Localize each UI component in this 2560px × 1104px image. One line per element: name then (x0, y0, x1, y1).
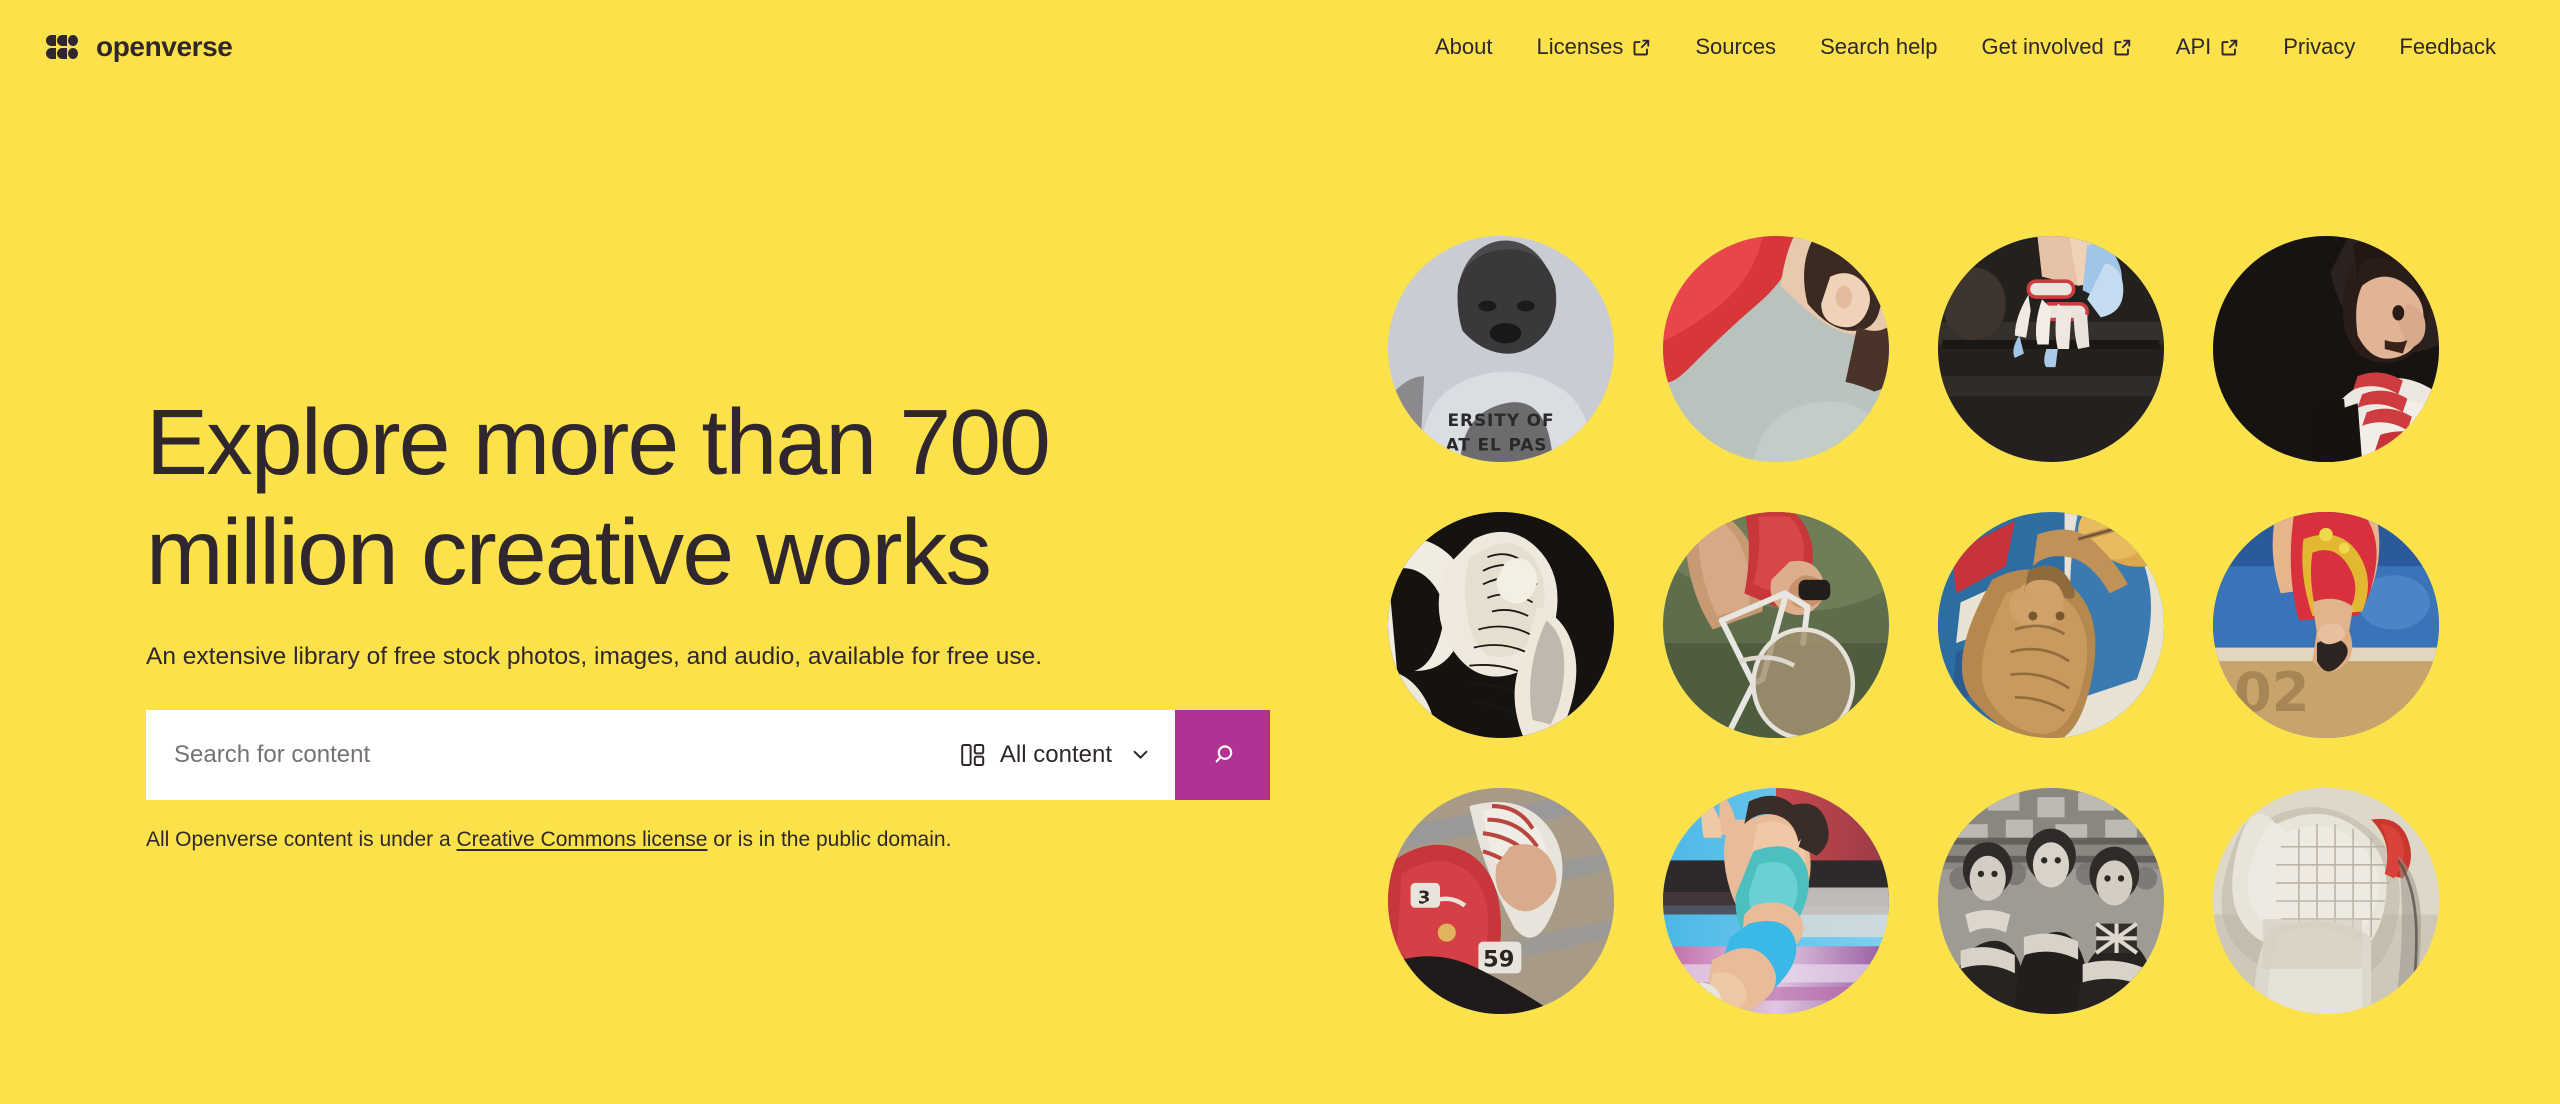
weightlifter-profile-photo (2213, 236, 2439, 462)
hero-image-8: 02 (2213, 512, 2439, 738)
nav-item-label: About (1435, 34, 1493, 59)
nav-item-sources[interactable]: Sources (1673, 28, 1798, 66)
license-note-after: or is in the public domain. (707, 827, 952, 851)
search-input[interactable] (146, 709, 950, 800)
nav-item-label: Feedback (2399, 34, 2496, 59)
content-type-label: All content (999, 740, 1112, 768)
hero-image-6 (1663, 512, 1889, 738)
track-cyclist-bike-photo (1663, 512, 1889, 738)
nav-item-search-help[interactable]: Search help (1798, 28, 1959, 66)
javelin-thrower-illustration (1938, 512, 2164, 738)
hero-subtitle: An extensive library of free stock photo… (146, 643, 1043, 671)
cyclist-number-59-photo: 3 59 (1388, 788, 1614, 1014)
hero-image-9: 3 59 (1388, 788, 1614, 1014)
license-note: All Openverse content is under a Creativ… (146, 825, 1270, 854)
gymnast-balance-beam-photo: 02 (2213, 512, 2439, 738)
hero-image-10 (1663, 788, 1889, 1014)
external-link-icon (1632, 38, 1651, 57)
svg-text:ERSITY OF: ERSITY OF (1448, 410, 1555, 430)
nav-item-label: Search help (1820, 34, 1938, 59)
hero-image-1: ERSITY OF AT EL PAS (1388, 236, 1614, 462)
sprinter-motion-blur-photo (1663, 788, 1889, 1014)
hero-image-12 (2213, 788, 2439, 1014)
nav-item-get-involved[interactable]: Get involved (1959, 28, 2153, 66)
nav-item-about[interactable]: About (1413, 28, 1515, 66)
content-switcher-grid-icon (960, 742, 986, 768)
license-note-before: All Openverse content is under a (146, 827, 457, 851)
nav-item-feedback[interactable]: Feedback (2377, 28, 2518, 66)
external-link-icon (2113, 38, 2132, 57)
search-submit-button[interactable] (1175, 709, 1270, 800)
gymnast-hands-bar-photo (1938, 236, 2164, 462)
nav-item-privacy[interactable]: Privacy (2261, 28, 2377, 66)
nav-item-api[interactable]: API (2154, 28, 2261, 66)
nav-item-licenses[interactable]: Licenses (1515, 28, 1674, 66)
vintage-women-athletes-photo (1938, 788, 2164, 1014)
nav-item-label: Privacy (2283, 34, 2356, 59)
basketball-player-photo: ERSITY OF AT EL PAS (1388, 236, 1614, 462)
nav-item-label: API (2175, 34, 2212, 59)
svg-text:AT EL PAS: AT EL PAS (1446, 435, 1548, 455)
hero-image-5 (1388, 512, 1614, 738)
hero-image-grid: ERSITY OF AT EL PAS 02 3 59 (1388, 236, 2500, 1014)
content-type-switcher[interactable]: All content (950, 710, 1175, 800)
search-icon (1208, 740, 1238, 770)
hero-image-2 (1663, 236, 1889, 462)
page-title: Explore more than 700 million creative w… (146, 390, 1051, 604)
svg-text:59: 59 (1483, 947, 1514, 973)
fencer-mask-photo (2213, 788, 2439, 1014)
nav-item-label: Get involved (1981, 34, 2104, 59)
nav-item-label: Sources (1695, 34, 1777, 59)
hero-image-3 (1938, 236, 2164, 462)
hero-section: Explore more than 700 million creative w… (0, 0, 1330, 1104)
hero-image-4 (2213, 236, 2439, 462)
primary-navigation: About Licenses Sources Search help Get i… (1413, 28, 2518, 66)
chevron-down-icon (1130, 744, 1151, 765)
creative-commons-license-link[interactable]: Creative Commons license (457, 828, 708, 851)
hero-image-11 (1938, 788, 2164, 1014)
search-bar: All content (146, 709, 1270, 800)
hero-image-7 (1938, 512, 2164, 738)
wrestler-engraving-artwork (1388, 512, 1614, 738)
nav-item-label: Licenses (1536, 34, 1624, 59)
external-link-icon (2220, 38, 2239, 57)
svg-text:02: 02 (2234, 661, 2309, 724)
athlete-red-jacket-photo (1663, 236, 1889, 462)
